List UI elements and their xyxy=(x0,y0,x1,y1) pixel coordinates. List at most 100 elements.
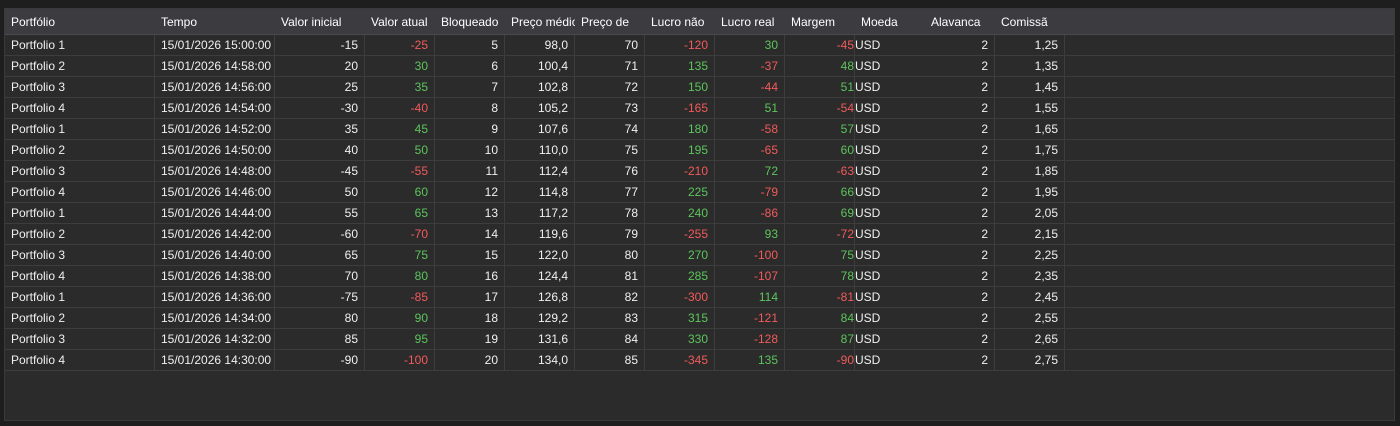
cell-preco-medio: 119,6 xyxy=(505,224,575,244)
cell-tempo: 15/01/2026 14:56:00 xyxy=(155,77,275,97)
table-row[interactable]: Portfolio 4 15/01/2026 14:30:00 -90 -100 20 1… xyxy=(5,350,1394,371)
column-header-portfolio[interactable]: Portfólio xyxy=(5,9,155,35)
cell-comissao: 1,85 xyxy=(995,161,1065,181)
cell-moeda: USD xyxy=(855,353,881,367)
portfolio-grid: Portfólio Tempo Valor inicial Valor atua… xyxy=(4,8,1395,421)
cell-comissao: 2,75 xyxy=(995,350,1065,370)
column-header-preco-de[interactable]: Preço de xyxy=(575,9,645,35)
cell-tempo: 15/01/2026 14:44:00 xyxy=(155,203,275,223)
cell-lucro-nao-realizado: 225 xyxy=(645,182,715,202)
row-filler xyxy=(1065,224,1394,244)
table-row[interactable]: Portfolio 2 15/01/2026 14:34:00 80 90 18 129,… xyxy=(5,308,1394,329)
cell-preco-medio: 98,0 xyxy=(505,35,575,55)
cell-comissao: 2,55 xyxy=(995,308,1065,328)
cell-preco-medio: 126,8 xyxy=(505,287,575,307)
cell-comissao: 2,05 xyxy=(995,203,1065,223)
cell-tempo: 15/01/2026 14:58:00 xyxy=(155,56,275,76)
column-header-preco-medio[interactable]: Preço médio xyxy=(505,9,575,35)
cell-comissao: 2,45 xyxy=(995,287,1065,307)
table-row[interactable]: Portfolio 3 15/01/2026 14:32:00 85 95 19 131,… xyxy=(5,329,1394,350)
cell-preco-medio: 107,6 xyxy=(505,119,575,139)
table-row[interactable]: Portfolio 4 15/01/2026 14:38:00 70 80 16 124,… xyxy=(5,266,1394,287)
cell-portfolio: Portfolio 4 xyxy=(5,266,155,286)
cell-moeda: USD xyxy=(855,101,881,115)
cell-valor-inicial: -30 xyxy=(275,98,365,118)
cell-margem: 75 xyxy=(785,245,855,265)
row-filler xyxy=(1065,56,1394,76)
cell-bloqueado: 17 xyxy=(435,287,505,307)
column-header-valor-inicial[interactable]: Valor inicial xyxy=(275,9,365,35)
cell-moeda: USD xyxy=(855,227,881,241)
cell-lucro-realizado: -44 xyxy=(715,77,785,97)
cell-lucro-realizado: 30 xyxy=(715,35,785,55)
row-filler xyxy=(1065,266,1394,286)
cell-portfolio: Portfolio 2 xyxy=(5,308,155,328)
cell-margem: -81 xyxy=(785,287,855,307)
table-row[interactable]: Portfolio 1 15/01/2026 14:36:00 -75 -85 17 12… xyxy=(5,287,1394,308)
cell-valor-atual: 65 xyxy=(365,203,435,223)
table-row[interactable]: Portfolio 2 15/01/2026 14:50:00 40 50 10 110,… xyxy=(5,140,1394,161)
cell-preco-medio: 124,4 xyxy=(505,266,575,286)
table-row[interactable]: Portfolio 3 15/01/2026 14:48:00 -45 -55 11 11… xyxy=(5,161,1394,182)
cell-comissao: 1,35 xyxy=(995,56,1065,76)
table-row[interactable]: Portfolio 3 15/01/2026 14:40:00 65 75 15 122,… xyxy=(5,245,1394,266)
cell-tempo: 15/01/2026 15:00:00 xyxy=(155,35,275,55)
column-header-bloqueado[interactable]: Bloqueado xyxy=(435,9,505,35)
cell-lucro-realizado: -58 xyxy=(715,119,785,139)
cell-valor-atual: -25 xyxy=(365,35,435,55)
cell-valor-atual: -100 xyxy=(365,350,435,370)
cell-tempo: 15/01/2026 14:36:00 xyxy=(155,287,275,307)
cell-lucro-nao-realizado: 240 xyxy=(645,203,715,223)
table-row[interactable]: Portfolio 4 15/01/2026 14:54:00 -30 -40 8 105… xyxy=(5,98,1394,119)
table-row[interactable]: Portfolio 1 15/01/2026 14:52:00 35 45 9 107,6… xyxy=(5,119,1394,140)
cell-valor-inicial: 70 xyxy=(275,266,365,286)
cell-lucro-nao-realizado: -165 xyxy=(645,98,715,118)
cell-valor-atual: 35 xyxy=(365,77,435,97)
cell-preco-de: 76 xyxy=(575,161,645,181)
column-header-margem[interactable]: Margem xyxy=(785,9,855,35)
cell-margem: 66 xyxy=(785,182,855,202)
cell-lucro-nao-realizado: 150 xyxy=(645,77,715,97)
cell-bloqueado: 14 xyxy=(435,224,505,244)
cell-bloqueado: 20 xyxy=(435,350,505,370)
cell-preco-de: 71 xyxy=(575,56,645,76)
table-row[interactable]: Portfolio 2 15/01/2026 14:42:00 -60 -70 14 11… xyxy=(5,224,1394,245)
cell-bloqueado: 18 xyxy=(435,308,505,328)
column-header-comissao[interactable]: Comissã xyxy=(995,9,1065,35)
column-header-lucro-nao-realizado[interactable]: Lucro não xyxy=(645,9,715,35)
cell-lucro-realizado: -107 xyxy=(715,266,785,286)
cell-tempo: 15/01/2026 14:32:00 xyxy=(155,329,275,349)
column-header-lucro-realizado[interactable]: Lucro real xyxy=(715,9,785,35)
cell-tempo: 15/01/2026 14:34:00 xyxy=(155,308,275,328)
cell-preco-medio: 122,0 xyxy=(505,245,575,265)
cell-valor-inicial: 20 xyxy=(275,56,365,76)
cell-valor-inicial: -75 xyxy=(275,287,365,307)
row-filler xyxy=(1065,308,1394,328)
cell-valor-atual: 90 xyxy=(365,308,435,328)
table-row[interactable]: Portfolio 3 15/01/2026 14:56:00 25 35 7 102,8… xyxy=(5,77,1394,98)
cell-moeda: USD xyxy=(855,80,881,94)
cell-portfolio: Portfolio 3 xyxy=(5,329,155,349)
cell-valor-atual: -85 xyxy=(365,287,435,307)
row-filler xyxy=(1065,203,1394,223)
cell-valor-atual: 50 xyxy=(365,140,435,160)
column-header-tempo[interactable]: Tempo xyxy=(155,9,275,35)
column-header-valor-atual[interactable]: Valor atual xyxy=(365,9,435,35)
column-header-moeda[interactable]: Moeda xyxy=(855,9,925,35)
cell-preco-de: 74 xyxy=(575,119,645,139)
table-row[interactable]: Portfolio 1 15/01/2026 14:44:00 55 65 13 117,… xyxy=(5,203,1394,224)
table-row[interactable]: Portfolio 4 15/01/2026 14:46:00 50 60 12 114,… xyxy=(5,182,1394,203)
cell-valor-atual: 45 xyxy=(365,119,435,139)
cell-moeda: USD xyxy=(855,38,881,52)
row-filler xyxy=(1065,245,1394,265)
cell-portfolio: Portfolio 3 xyxy=(5,77,155,97)
column-header-alavancagem[interactable]: Alavanca xyxy=(925,9,995,35)
table-row[interactable]: Portfolio 1 15/01/2026 15:00:00 -15 -25 5 98,… xyxy=(5,35,1394,56)
cell-valor-inicial: 40 xyxy=(275,140,365,160)
table-row[interactable]: Portfolio 2 15/01/2026 14:58:00 20 30 6 100,4… xyxy=(5,56,1394,77)
cell-bloqueado: 9 xyxy=(435,119,505,139)
cell-comissao: 1,95 xyxy=(995,182,1065,202)
cell-bloqueado: 11 xyxy=(435,161,505,181)
cell-preco-de: 83 xyxy=(575,308,645,328)
cell-tempo: 15/01/2026 14:48:00 xyxy=(155,161,275,181)
